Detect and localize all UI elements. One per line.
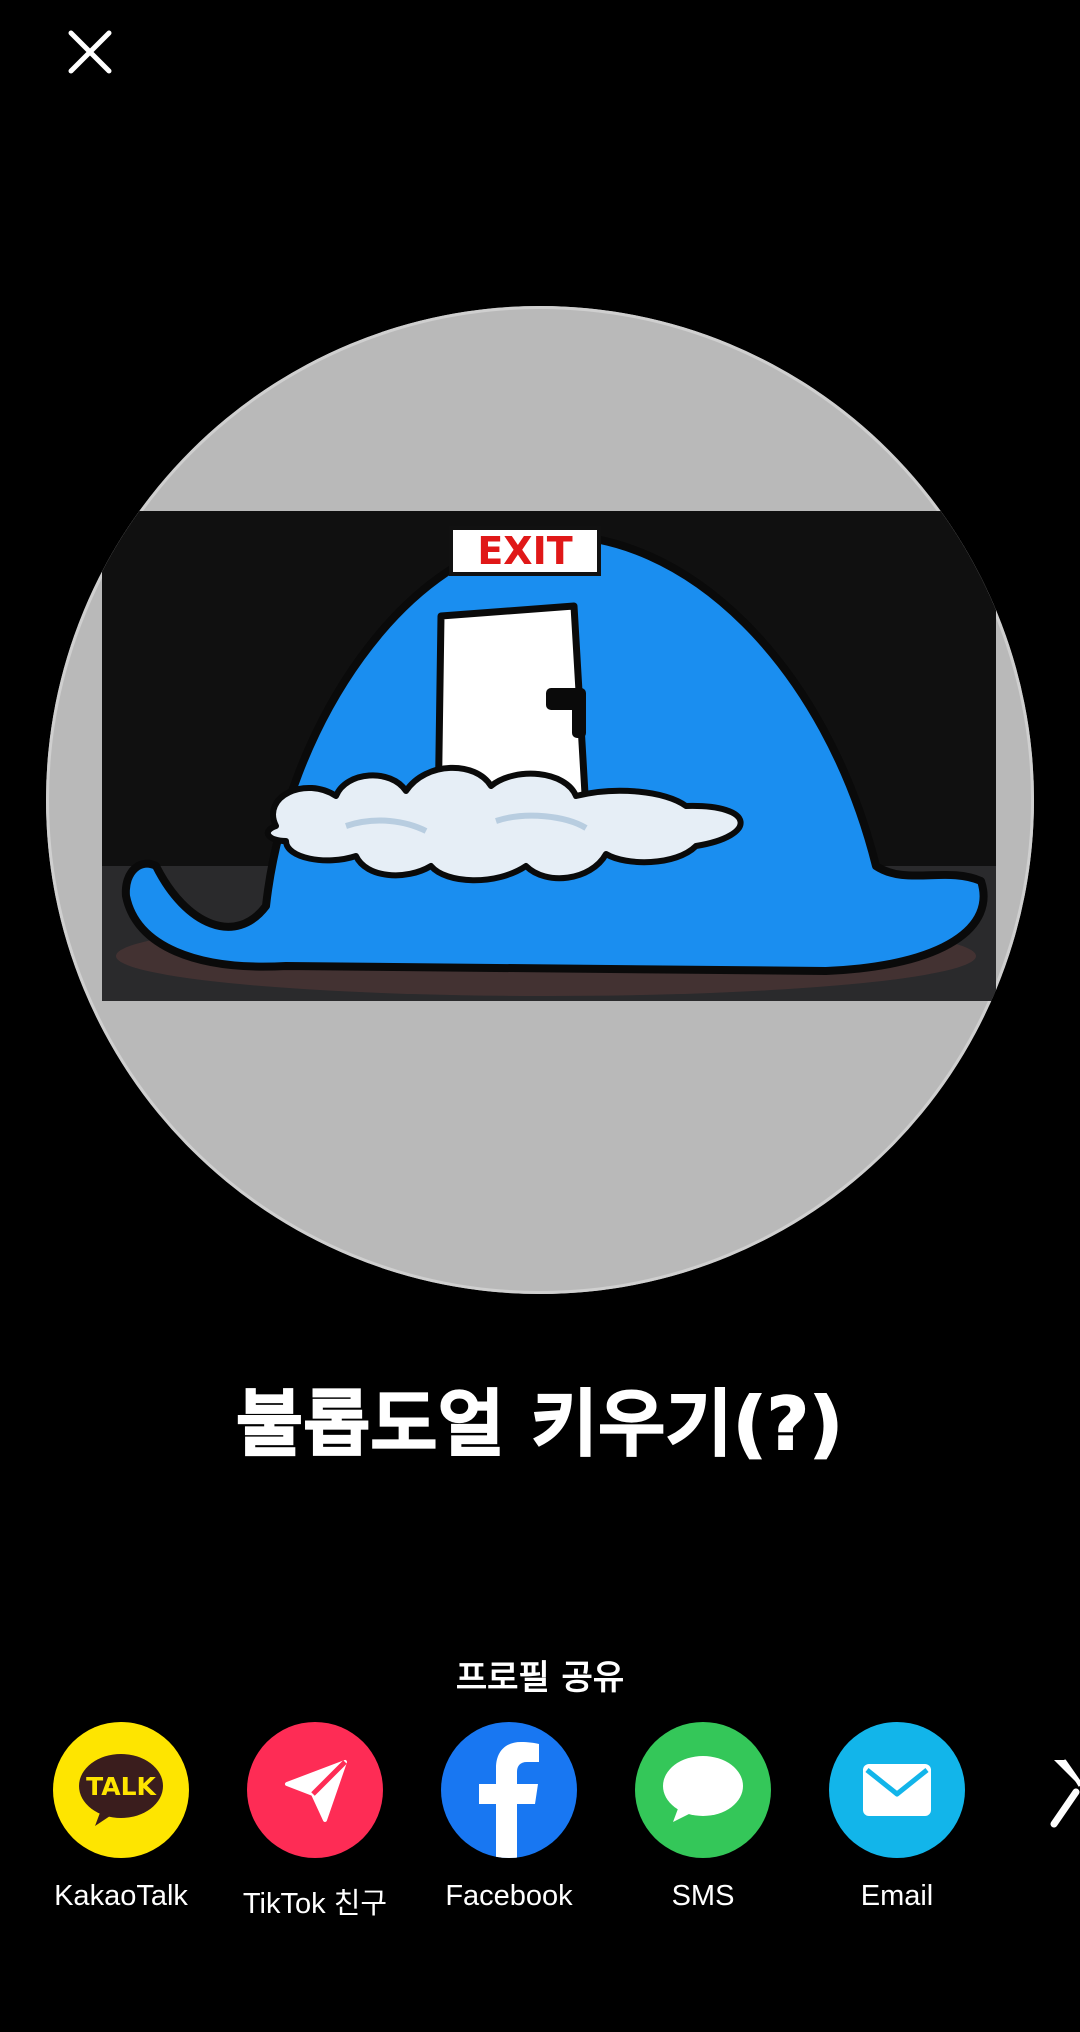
share-kakaotalk-button[interactable]: TALK KakaoTalk (24, 1722, 218, 1913)
exit-sign-text: EXIT (477, 529, 572, 573)
profile-avatar: EXIT (46, 306, 1034, 1294)
share-tiktok-friends-button[interactable]: TikTok 친구 (218, 1722, 412, 1922)
share-tiktok-friends-label: TikTok 친구 (242, 1888, 388, 1920)
tiktok-send-icon (247, 1722, 383, 1858)
share-profile-label: 프로필 공유 (455, 1658, 625, 1698)
share-email-button[interactable]: Email (800, 1722, 994, 1913)
share-kakaotalk-label: KakaoTalk (54, 1880, 188, 1912)
x-twitter-icon[interactable] (1050, 1752, 1080, 1832)
share-sms-label: SMS (671, 1880, 735, 1912)
kakaotalk-badge-text: TALK (86, 1772, 157, 1801)
sms-icon (635, 1722, 771, 1858)
close-icon (68, 30, 112, 74)
share-options-row[interactable]: TALK KakaoTalk TikTok 친구 Facebook SMS Em… (0, 1722, 1080, 1942)
share-facebook-label: Facebook (445, 1880, 573, 1912)
share-facebook-button[interactable]: Facebook (412, 1722, 606, 1913)
share-profile-screen: EXIT 불롭도얼 키우기(?) 프로필 공유 TALK KakaoTalk T… (0, 0, 1080, 2032)
share-sms-button[interactable]: SMS (606, 1722, 800, 1913)
close-button[interactable] (60, 22, 120, 82)
share-email-label: Email (860, 1880, 934, 1912)
kakaotalk-icon: TALK (53, 1722, 189, 1858)
profile-name: 불롭도얼 키우기(?) (235, 1381, 844, 1467)
avatar-image: EXIT (102, 511, 996, 1001)
facebook-icon (441, 1722, 577, 1858)
email-icon (829, 1722, 965, 1858)
